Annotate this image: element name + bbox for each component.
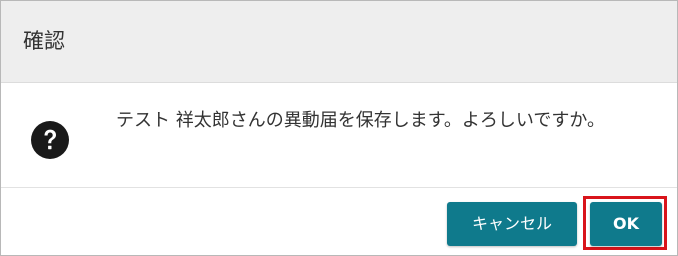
question-circle-icon: [31, 121, 69, 159]
dialog-body: テスト 祥太郎さんの異動届を保存します。よろしいですか。: [1, 83, 677, 187]
cancel-button[interactable]: キャンセル: [447, 202, 577, 246]
dialog-footer: キャンセル OK: [1, 187, 677, 255]
dialog-header: 確認: [1, 1, 677, 83]
dialog-message: テスト 祥太郎さんの異動届を保存します。よろしいですか。: [116, 110, 606, 131]
confirm-dialog: 確認 テスト 祥太郎さんの異動届を保存します。よろしいですか。 キャンセル OK: [0, 0, 678, 256]
ok-button[interactable]: OK: [590, 202, 662, 246]
dialog-title: 確認: [23, 29, 65, 53]
